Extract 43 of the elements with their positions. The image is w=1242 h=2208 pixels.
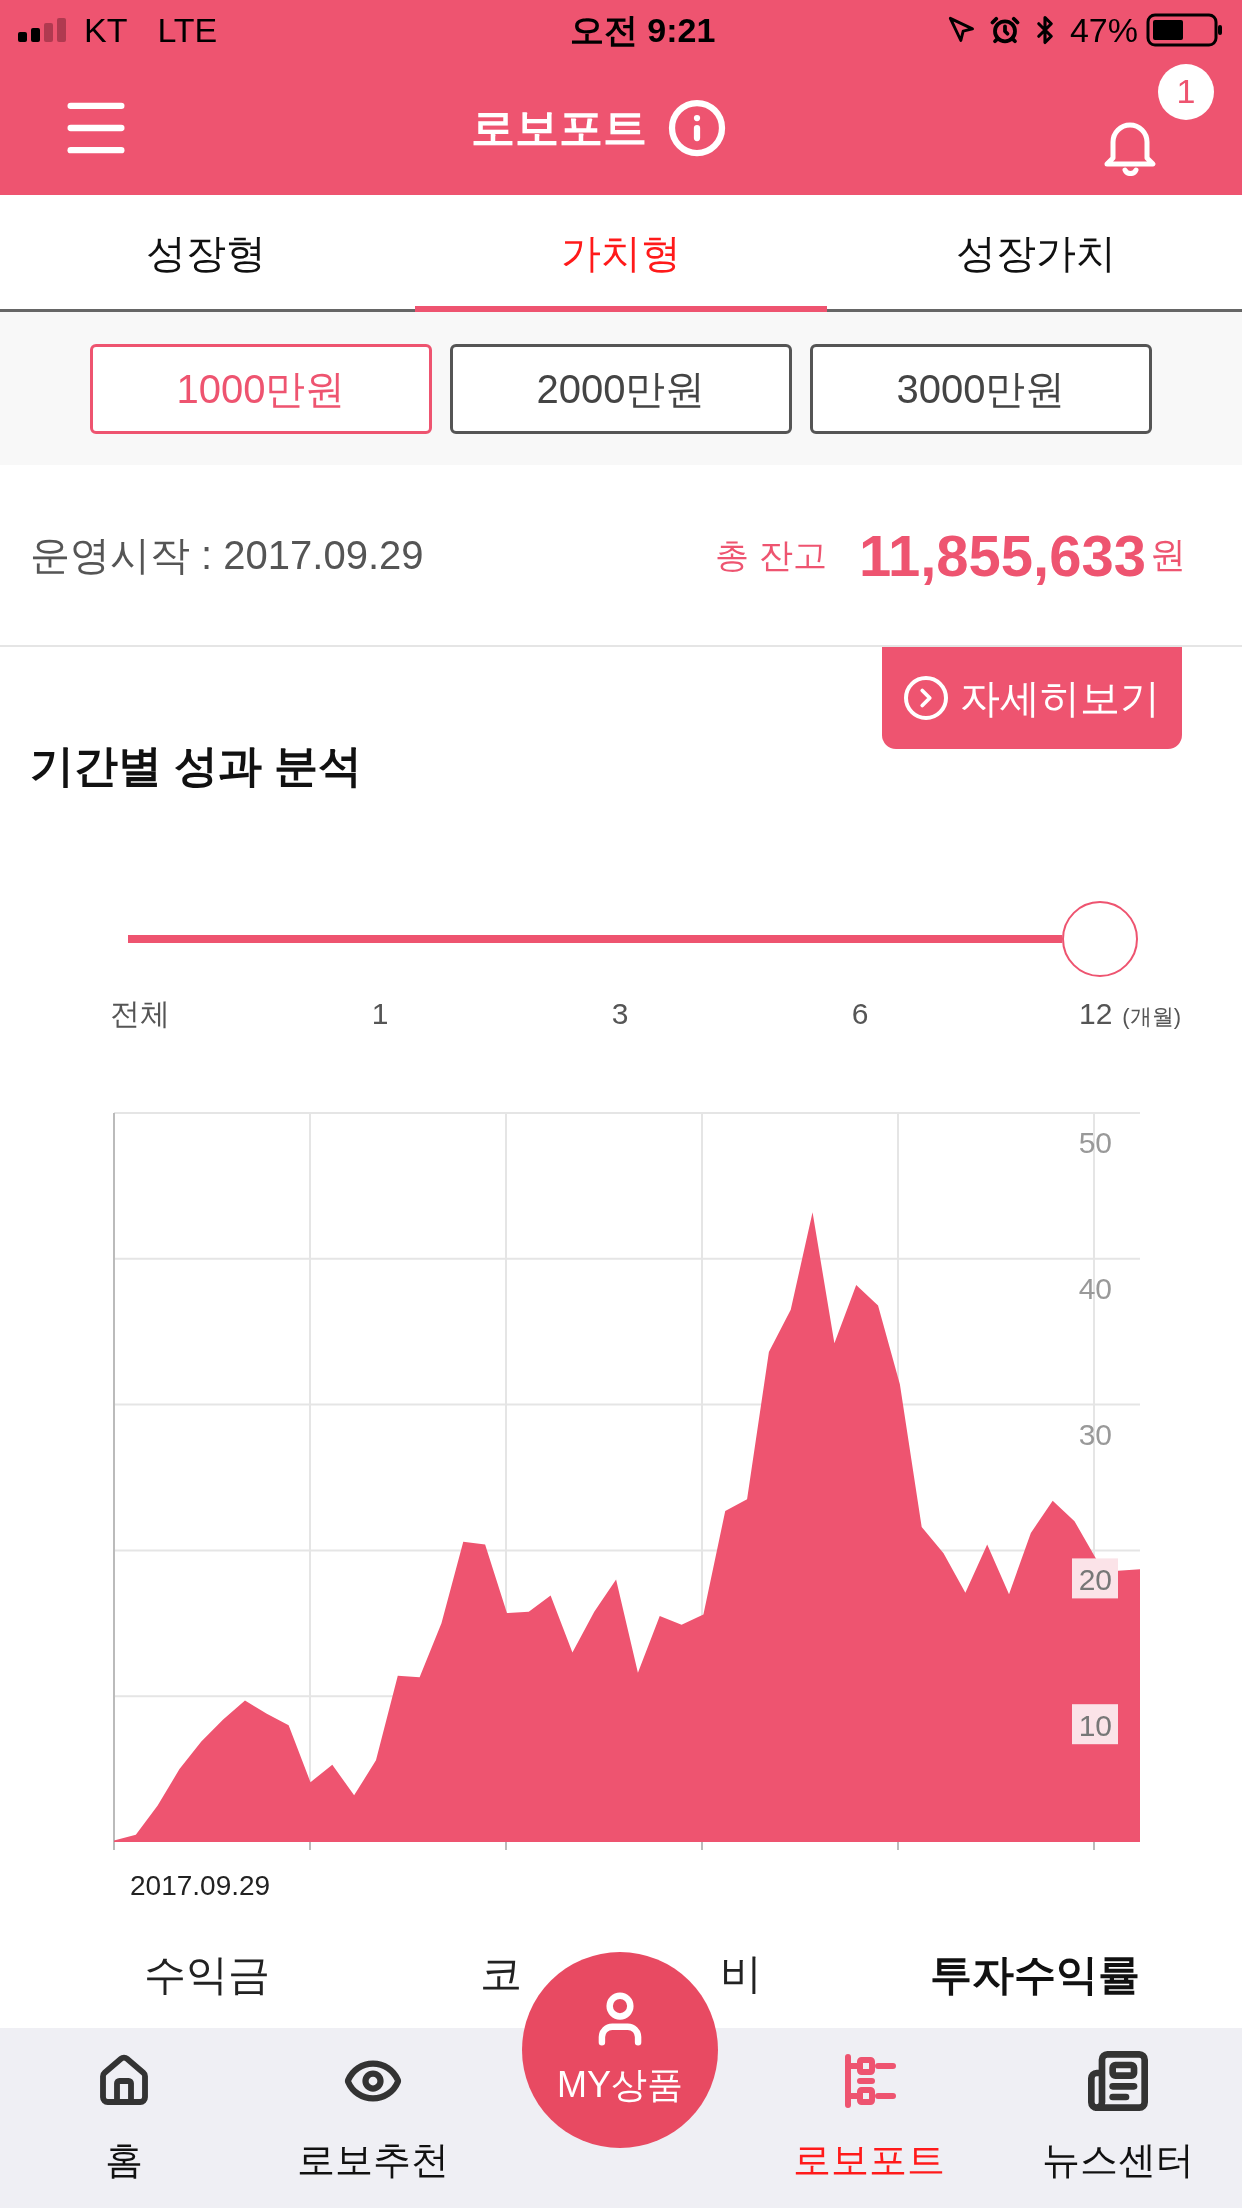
- carrier-name: KT: [84, 9, 128, 51]
- axis-label: 40: [1078, 1271, 1112, 1305]
- category-tab[interactable]: 성장가치: [830, 195, 1242, 312]
- nav-item[interactable]: 로보추천: [248, 2047, 497, 2189]
- amount-option[interactable]: 3000만원: [810, 343, 1152, 434]
- header-title: 로보포트: [470, 101, 647, 154]
- nav-item[interactable]: 홈: [0, 2047, 249, 2189]
- chevron-icon: [904, 676, 948, 720]
- y-tick-label: 20: [1078, 1563, 1112, 1597]
- status-time: 오전 9:21: [569, 9, 716, 51]
- battery-percent: 47%: [1069, 9, 1138, 51]
- network-type: LTE: [157, 9, 218, 51]
- chart-tab[interactable]: 코: [480, 1953, 522, 1995]
- newspaper-icon: [1085, 2048, 1150, 2113]
- period-label: 12: [1079, 996, 1113, 1032]
- chart-tab[interactable]: 투자수익률: [828, 1942, 1242, 2006]
- chart-tab[interactable]: 비: [720, 1953, 762, 1995]
- nav-item[interactable]: 뉴스센터: [993, 2047, 1242, 2189]
- y-tick-label: 10: [1078, 1709, 1112, 1743]
- balance-amount: 11,855,633: [858, 521, 1146, 590]
- battery-icon: [1146, 13, 1224, 47]
- alarm-icon: [989, 15, 1020, 45]
- section-title: 기간별 성과 분석: [30, 740, 363, 792]
- period-label: 3: [611, 996, 629, 1032]
- location-icon: [947, 16, 976, 44]
- period-label: 전체: [110, 996, 170, 1032]
- currency-unit: 원: [1150, 533, 1186, 577]
- info-icon[interactable]: [666, 97, 727, 158]
- period-label: 1: [371, 996, 389, 1032]
- date-label: 2017.09.29: [130, 1870, 271, 1901]
- start-date: 운영시작 : 2017.09.29: [30, 532, 424, 579]
- axis-label: 50: [1078, 1126, 1112, 1159]
- my-products-button[interactable]: MY상품: [522, 1952, 718, 2148]
- axis-label: 20: [1072, 1558, 1118, 1599]
- unit-label: (개월): [1122, 1003, 1181, 1031]
- amount-option[interactable]: 2000만원: [450, 343, 792, 434]
- notification-badge: 1: [1158, 63, 1214, 120]
- period-label: 6: [851, 996, 869, 1032]
- category-tab[interactable]: 성장형: [0, 195, 412, 312]
- axis-label: 30: [1078, 1417, 1112, 1451]
- balance-label: 총 잔고: [715, 534, 827, 576]
- chart-tab[interactable]: 수익금: [0, 1942, 414, 2006]
- axis-label: 10: [1072, 1704, 1118, 1745]
